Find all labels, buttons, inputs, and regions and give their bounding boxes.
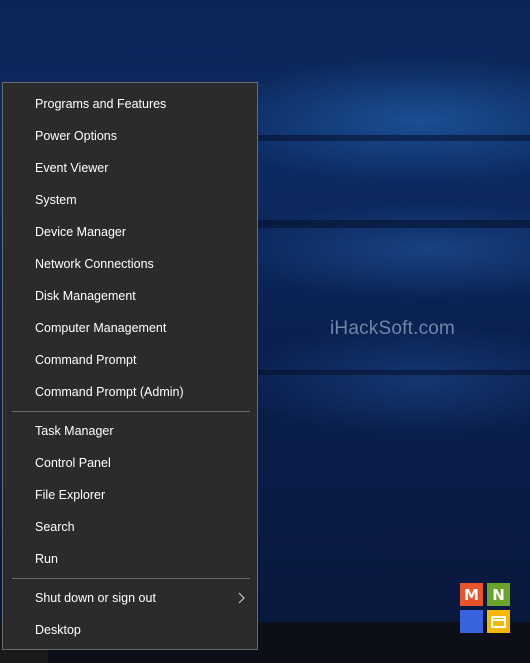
logo-tile-yellow [487, 610, 510, 633]
wallpaper-band [250, 135, 530, 141]
menu-item-search[interactable]: Search [3, 511, 257, 543]
menu-item-command-prompt[interactable]: Command Prompt [3, 344, 257, 376]
menu-separator [12, 411, 250, 412]
logo-tile-m: M [460, 583, 483, 606]
menu-item-run[interactable]: Run [3, 543, 257, 575]
menu-item-network-connections[interactable]: Network Connections [3, 248, 257, 280]
menu-item-task-manager[interactable]: Task Manager [3, 415, 257, 447]
window-icon [491, 615, 506, 628]
watermark-text: iHackSoft.com [330, 318, 456, 339]
menu-item-control-panel[interactable]: Control Panel [3, 447, 257, 479]
menu-item-event-viewer[interactable]: Event Viewer [3, 152, 257, 184]
menu-item-shut-down-or-sign-out[interactable]: Shut down or sign out [3, 582, 257, 614]
menu-item-label: Shut down or sign out [35, 591, 156, 605]
menu-separator [12, 578, 250, 579]
menu-item-computer-management[interactable]: Computer Management [3, 312, 257, 344]
power-user-menu: Programs and Features Power Options Even… [2, 82, 258, 650]
menu-item-power-options[interactable]: Power Options [3, 120, 257, 152]
menu-item-system[interactable]: System [3, 184, 257, 216]
menu-item-disk-management[interactable]: Disk Management [3, 280, 257, 312]
site-logo: M N [460, 583, 510, 633]
wallpaper-band [250, 220, 530, 228]
menu-item-desktop[interactable]: Desktop [3, 614, 257, 646]
wallpaper-band [250, 370, 530, 375]
logo-tile-n: N [487, 583, 510, 606]
menu-item-programs-and-features[interactable]: Programs and Features [3, 88, 257, 120]
menu-item-command-prompt-admin[interactable]: Command Prompt (Admin) [3, 376, 257, 408]
chevron-right-icon [238, 592, 245, 604]
logo-tile-blue [460, 610, 483, 633]
menu-item-file-explorer[interactable]: File Explorer [3, 479, 257, 511]
menu-item-device-manager[interactable]: Device Manager [3, 216, 257, 248]
